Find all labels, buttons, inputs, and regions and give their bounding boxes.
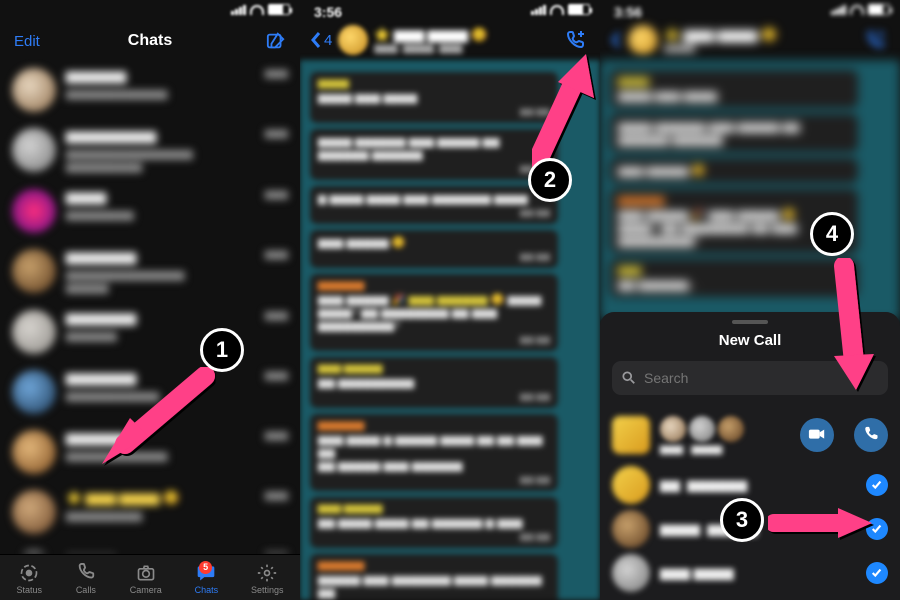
step-marker-2: 2: [528, 158, 572, 202]
clock: 3:56: [314, 4, 342, 20]
tab-label: Camera: [130, 585, 162, 595]
tab-label: Settings: [251, 585, 284, 595]
group-avatar[interactable]: [628, 25, 658, 55]
message-bubble[interactable]: ▆ ▆▆▆▆ ▆▆▆▆ ▆▆▆ ▆▆▆▆▆▆▆ ▆▆▆▆▆▆:▆▆: [310, 186, 558, 224]
sheet-grabber[interactable]: [732, 320, 768, 324]
search-icon: [622, 371, 636, 385]
annotation-arrow: [516, 42, 606, 172]
annotation-arrow: [90, 366, 220, 476]
tab-label: Status: [16, 585, 42, 595]
step-marker-1: 1: [200, 328, 244, 372]
tab-status[interactable]: Status: [16, 563, 42, 595]
avatar: [612, 466, 650, 504]
unread-badge: 5: [199, 561, 212, 574]
avatar: [12, 249, 56, 293]
avatar: [12, 189, 56, 233]
message-bubble[interactable]: ▆▆▆ ▆▆▆▆▆▆▆ ▆▆▆▆▆▆▆▆▆▆▆:▆▆: [310, 357, 558, 408]
chat-row[interactable]: ▆▆▆▆▆▆▆▆▆▆▆▆▆▆▆: [0, 181, 300, 241]
selected-check-icon[interactable]: [866, 562, 888, 584]
tab-calls[interactable]: Calls: [75, 563, 97, 595]
back-button[interactable]: [610, 31, 622, 49]
voice-call-button[interactable]: [854, 418, 888, 452]
participant-row[interactable]: ▆▆▆ ▆▆▆▆: [612, 551, 888, 595]
add-call-button[interactable]: [860, 25, 890, 55]
wifi-icon: [550, 5, 564, 15]
message-bubble[interactable]: ▆▆▆▆▆▆▆▆▆▆▆ ▆▆▆ ▆▆▆▆▆▆▆ ▆▆▆▆ ▆▆▆▆▆▆ ▆▆▆▆…: [310, 554, 558, 600]
cellular-signal-icon: [231, 5, 246, 15]
edit-button[interactable]: Edit: [14, 33, 40, 50]
group-avatar-square: [612, 416, 650, 454]
status-bar: [531, 4, 590, 15]
message-bubble[interactable]: ▆▆▆ ▆▆▆▆▆▆▆ ▆▆▆▆ ▆▆▆▆ ▆▆ ▆▆▆▆▆▆ ▆ ▆▆▆▆▆:…: [310, 497, 558, 548]
avatar: [612, 554, 650, 592]
chat-header: ⭐ ▆▆▆ ▆▆▆▆ 😊 ▆▆▆▆: [600, 20, 900, 60]
avatar: [12, 68, 56, 112]
tab-chats[interactable]: 5 Chats: [195, 563, 219, 595]
chat-row[interactable]: ▆▆▆▆▆▆▆▆▆▆▆▆▆▆▆▆▆▆▆▆▆▆▆▆▆▆▆▆▆▆▆▆▆▆▆▆: [0, 120, 300, 181]
page-title: Chats: [0, 32, 300, 50]
step-marker-3: 3: [720, 498, 764, 542]
battery-icon: [568, 4, 590, 15]
screenshot-panel-1: Edit Chats ▆▆▆▆▆▆▆▆▆▆▆▆▆▆▆▆▆▆▆▆▆ ▆▆▆▆▆▆▆…: [0, 0, 300, 600]
group-header-row: ▆▆▆ ▆▆▆▆: [612, 407, 888, 463]
chat-row[interactable]: ▆▆▆▆▆▆▆▆▆▆▆▆▆▆▆▆: [0, 302, 300, 362]
chats-header: Edit Chats: [0, 24, 300, 58]
message-bubble[interactable]: ▆▆▆▆▆▆▆▆▆ ▆▆▆▆▆ 🎉 ▆▆▆ ▆▆▆▆▆▆ 😊 ▆▆▆▆▆▆▆▆?…: [310, 274, 558, 351]
status-bar: [231, 4, 290, 15]
message-bubble[interactable]: ▆▆▆ ▆▆▆▆▆ 😊▆▆:▆▆: [310, 230, 558, 268]
selected-check-icon[interactable]: [866, 474, 888, 496]
cellular-signal-icon: [831, 5, 846, 15]
video-call-button[interactable]: [800, 418, 834, 452]
compose-button[interactable]: [266, 31, 286, 51]
group-avatar[interactable]: [338, 25, 368, 55]
message-bubble[interactable]: ▆▆▆▆▆▆▆▆▆ ▆▆▆▆ ▆ ▆▆▆▆▆ ▆▆▆▆ ▆▆ ▆▆ ▆▆▆ ▆▆…: [310, 414, 558, 491]
clock: 3:56: [614, 4, 642, 20]
chat-list[interactable]: ▆▆▆▆▆▆▆▆▆▆▆▆▆▆▆▆▆▆▆▆▆ ▆▆▆▆▆▆▆▆▆▆▆▆▆▆▆▆▆▆…: [0, 60, 300, 554]
status-bar: [831, 4, 890, 15]
battery-icon: [268, 4, 290, 15]
back-count: 4: [324, 32, 332, 49]
cellular-signal-icon: [531, 5, 546, 15]
avatar: [12, 128, 56, 172]
back-button[interactable]: 4: [310, 31, 332, 49]
chat-row[interactable]: ▆▆▆▆▆▆▆▆▆▆▆▆▆▆▆▆▆▆▆▆▆▆▆▆▆▆▆▆▆: [0, 241, 300, 302]
step-marker-4: 4: [810, 212, 854, 256]
avatar: [12, 490, 56, 534]
avatar: [612, 510, 650, 548]
annotation-arrow: [818, 258, 878, 398]
annotation-arrow: [768, 506, 878, 540]
tab-camera[interactable]: Camera: [130, 563, 162, 595]
chat-row[interactable]: ▆▆▆▆▆▆▆▆▆▆▆▆▆▆▆▆▆▆▆▆▆: [0, 60, 300, 120]
tab-bar: Status Calls Camera 5 Chats Settings: [0, 554, 300, 600]
avatar: [12, 310, 56, 354]
wifi-icon: [850, 5, 864, 15]
group-title[interactable]: ⭐ ▆▆▆ ▆▆▆▆ 😊 ▆▆▆▆: [664, 27, 854, 54]
participant-avatars: [660, 416, 790, 442]
battery-icon: [868, 4, 890, 15]
tab-settings[interactable]: Settings: [251, 563, 284, 595]
chat-row[interactable]: ⭐ ▆▆▆ ▆▆▆▆ 😊▆▆▆▆▆▆▆▆▆▆▆▆: [0, 482, 300, 542]
tab-label: Chats: [195, 585, 219, 595]
tab-label: Calls: [76, 585, 96, 595]
wifi-icon: [250, 5, 264, 15]
chat-row[interactable]: ▆▆▆▆▆▆▆▆▆▆▆▆▆▆▆▆▆▆: [0, 542, 300, 554]
avatar: [12, 430, 56, 474]
avatar: [12, 370, 56, 414]
